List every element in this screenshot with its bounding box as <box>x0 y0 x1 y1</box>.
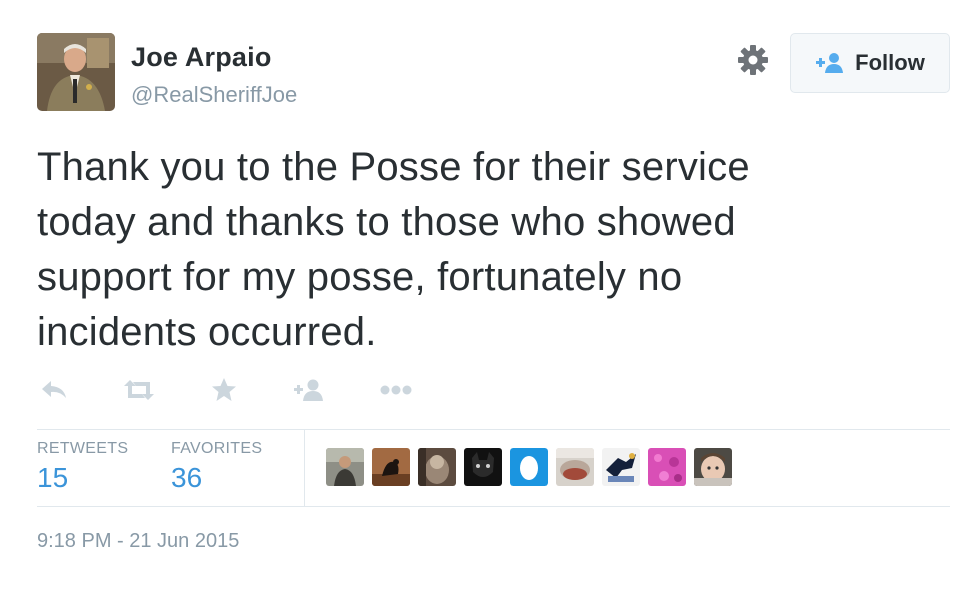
follow-button[interactable]: Follow <box>790 33 950 93</box>
retweets-count: 15 <box>37 462 69 493</box>
avatar[interactable] <box>37 33 115 111</box>
favoriter-avatar[interactable] <box>694 448 732 486</box>
retweets-stat[interactable]: RETWEETS 15 <box>37 440 128 494</box>
favorites-count: 36 <box>171 462 203 493</box>
follow-button-label: Follow <box>855 50 925 75</box>
divider <box>37 429 950 430</box>
user-display-name[interactable]: Joe Arpaio <box>131 42 272 73</box>
gear-icon[interactable] <box>735 42 771 78</box>
tweet-line: incidents occurred. <box>37 310 377 354</box>
follow-user-icon[interactable] <box>291 374 327 406</box>
tweet-timestamp[interactable]: 9:18 PM - 21 Jun 2015 <box>37 530 239 553</box>
favoriter-avatar[interactable] <box>648 448 686 486</box>
divider <box>37 506 950 507</box>
tweet-line: today and thanks to those who showed <box>37 200 736 244</box>
retweets-label: RETWEETS <box>37 440 129 457</box>
favorites-label: FAVORITES <box>171 440 263 457</box>
favoriter-avatar[interactable] <box>418 448 456 486</box>
retweet-icon[interactable] <box>121 374 157 406</box>
reply-icon[interactable] <box>36 374 72 406</box>
favoriter-avatars <box>326 448 732 486</box>
divider <box>304 430 305 506</box>
tweet-line: support for my posse, fortunately no <box>37 255 683 299</box>
tweet-line: Thank you to the Posse for their service <box>37 145 750 189</box>
favoriter-avatar[interactable] <box>602 448 640 486</box>
more-dots-icon[interactable] <box>378 374 414 406</box>
favoriter-avatar[interactable] <box>556 448 594 486</box>
user-handle[interactable]: @RealSheriffJoe <box>131 82 297 108</box>
favoriter-avatar[interactable] <box>372 448 410 486</box>
tweet-text: Thank you to the Posse for their service… <box>37 140 937 360</box>
add-user-icon <box>816 53 844 73</box>
favorites-stat[interactable]: FAVORITES 36 <box>171 440 262 494</box>
favorite-star-icon[interactable] <box>206 374 242 406</box>
default-egg-avatar[interactable] <box>510 448 548 486</box>
favoriter-avatar[interactable] <box>464 448 502 486</box>
favoriter-avatar[interactable] <box>326 448 364 486</box>
